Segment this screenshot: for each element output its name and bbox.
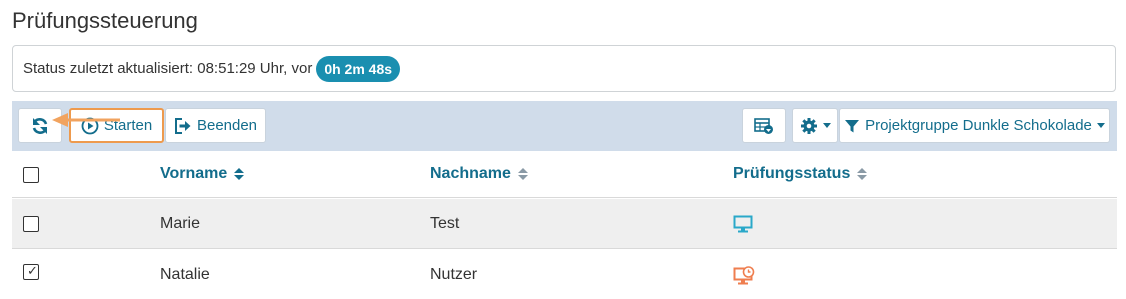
refresh-icon xyxy=(32,117,48,134)
arrow-pointer-icon xyxy=(52,113,120,127)
settings-button[interactable] xyxy=(792,108,838,143)
firstname-cell: Natalie xyxy=(160,266,210,283)
end-button-label: Beenden xyxy=(196,117,258,134)
row-checkbox-checked[interactable]: ✓ xyxy=(23,264,39,280)
row-checkbox[interactable] xyxy=(23,216,39,232)
end-button[interactable]: Beenden xyxy=(165,108,266,143)
chevron-down-icon xyxy=(822,123,831,128)
column-header-firstname[interactable]: Vorname xyxy=(160,151,245,197)
page-title: Prüfungssteuerung xyxy=(12,8,198,33)
column-header-label: Vorname xyxy=(160,165,228,182)
select-all-checkbox[interactable] xyxy=(23,167,39,183)
firstname-cell: Marie xyxy=(160,214,201,232)
chevron-down-icon xyxy=(1096,123,1105,128)
status-text: Status zuletzt aktualisiert: 08:51:29 Uh… xyxy=(23,60,313,77)
column-header-label: Prüfungsstatus xyxy=(733,165,851,182)
status-cell xyxy=(733,250,755,299)
lastname-cell: Nutzer xyxy=(430,266,478,283)
sort-icon xyxy=(234,168,245,180)
gear-icon xyxy=(800,117,817,134)
status-box: Status zuletzt aktualisiert: 08:51:29 Uh… xyxy=(12,45,1116,92)
table-row: ✓ Natalie Nutzer xyxy=(12,250,1117,299)
elapsed-time-badge: 0h 2m 48s xyxy=(316,55,401,82)
group-filter-dropdown[interactable]: Projektgruppe Dunkle Schokolade xyxy=(839,108,1110,143)
monitor-clock-icon xyxy=(733,265,755,284)
column-header-lastname[interactable]: Nachname xyxy=(430,151,528,197)
table-header-row: Vorname Nachname Prüfungsstatus xyxy=(12,151,1117,198)
sign-out-icon xyxy=(174,117,191,134)
export-button[interactable] xyxy=(742,108,786,143)
column-header-label: Nachname xyxy=(430,165,511,182)
lastname-cell: Test xyxy=(430,214,460,232)
column-header-status[interactable]: Prüfungsstatus xyxy=(733,151,868,197)
sort-icon xyxy=(517,168,528,180)
filter-icon xyxy=(845,119,860,132)
table-row: Marie Test xyxy=(12,199,1117,249)
sort-icon xyxy=(857,168,868,180)
toolbar: Starten Beenden Projektgruppe Dunkle Sch… xyxy=(12,101,1117,151)
monitor-icon xyxy=(733,215,753,232)
group-filter-label: Projektgruppe Dunkle Schokolade xyxy=(865,117,1092,134)
export-table-icon xyxy=(754,117,773,134)
status-cell xyxy=(733,199,753,248)
